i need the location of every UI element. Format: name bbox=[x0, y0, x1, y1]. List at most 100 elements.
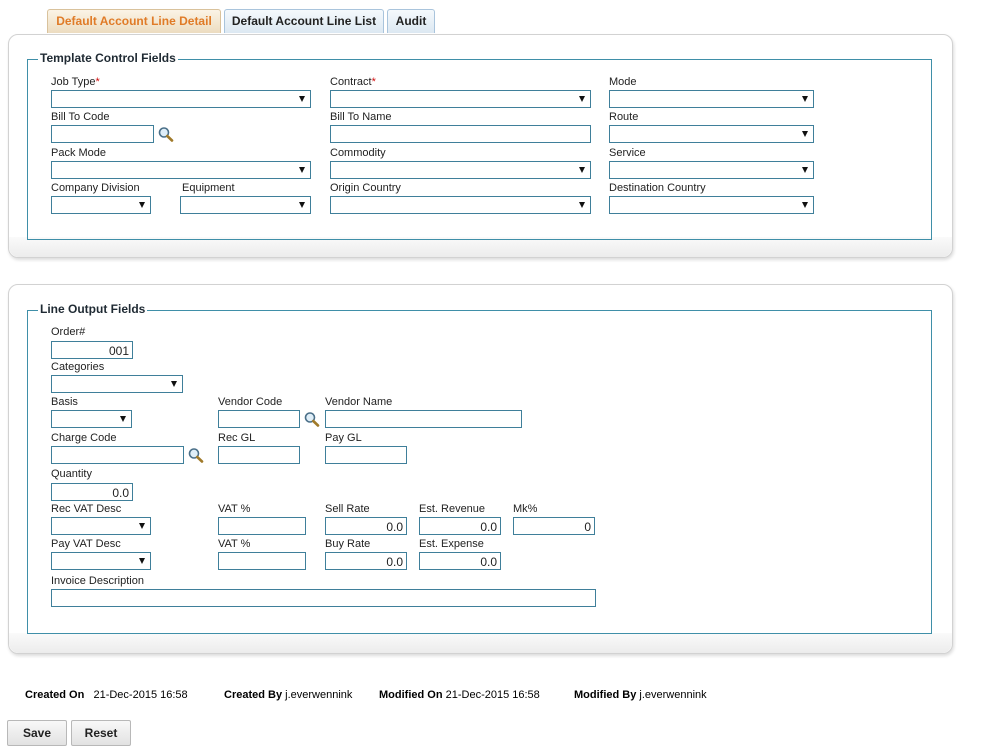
mode-label: Mode bbox=[609, 76, 637, 88]
order-value: 001 bbox=[108, 344, 129, 358]
sell-rate-label: Sell Rate bbox=[325, 503, 370, 515]
est-expense-label: Est. Expense bbox=[419, 538, 484, 550]
tab-default-account-line-list[interactable]: Default Account Line List bbox=[224, 9, 384, 33]
modified-by-label: Modified By bbox=[574, 689, 637, 701]
pay-gl-input[interactable] bbox=[325, 446, 407, 464]
job-type-select[interactable] bbox=[51, 90, 311, 108]
reset-button[interactable]: Reset bbox=[71, 720, 131, 746]
contract-label: Contract* bbox=[330, 76, 376, 88]
line-output-fieldset: Line Output Fields bbox=[27, 302, 932, 634]
template-control-legend: Template Control Fields bbox=[38, 51, 178, 65]
chevron-down-icon bbox=[120, 416, 126, 422]
line-output-legend: Line Output Fields bbox=[38, 302, 148, 316]
invoice-description-input[interactable] bbox=[51, 589, 596, 607]
rec-vat-pct-label: VAT % bbox=[218, 503, 251, 515]
mk-pct-input[interactable]: 0 bbox=[513, 517, 595, 535]
buy-rate-input[interactable]: 0.0 bbox=[325, 552, 407, 570]
chevron-down-icon bbox=[299, 167, 305, 173]
vendor-name-input[interactable] bbox=[325, 410, 522, 428]
route-select[interactable] bbox=[609, 125, 814, 143]
buy-rate-label: Buy Rate bbox=[325, 538, 371, 550]
rec-vat-desc-select[interactable] bbox=[51, 517, 151, 535]
bill-to-name-input[interactable] bbox=[330, 125, 591, 143]
est-expense-value: 0.0 bbox=[480, 555, 497, 569]
pay-vat-desc-select[interactable] bbox=[51, 552, 151, 570]
charge-code-input[interactable] bbox=[51, 446, 184, 464]
modified-by-value: j.everwennink bbox=[639, 689, 707, 701]
mode-select[interactable] bbox=[609, 90, 814, 108]
tab-audit[interactable]: Audit bbox=[387, 9, 435, 33]
sell-rate-input[interactable]: 0.0 bbox=[325, 517, 407, 535]
pack-mode-select[interactable] bbox=[51, 161, 311, 179]
pay-vat-pct-label: VAT % bbox=[218, 538, 251, 550]
basis-label: Basis bbox=[51, 396, 78, 408]
origin-country-label: Origin Country bbox=[330, 182, 401, 194]
quantity-label: Quantity bbox=[51, 468, 92, 480]
categories-select[interactable] bbox=[51, 375, 183, 393]
created-on: Created On 21-Dec-2015 16:58 bbox=[25, 689, 188, 701]
pack-mode-label: Pack Mode bbox=[51, 147, 107, 159]
pay-gl-label: Pay GL bbox=[325, 432, 362, 444]
chevron-down-icon bbox=[579, 96, 585, 102]
panel-footer-band bbox=[9, 633, 952, 653]
order-input[interactable]: 001 bbox=[51, 341, 133, 359]
service-select[interactable] bbox=[609, 161, 814, 179]
order-label: Order# bbox=[51, 326, 86, 338]
bill-to-name-label: Bill To Name bbox=[330, 111, 392, 123]
chevron-down-icon bbox=[802, 131, 808, 137]
categories-label: Categories bbox=[51, 361, 105, 373]
est-revenue-label: Est. Revenue bbox=[419, 503, 486, 515]
commodity-select[interactable] bbox=[330, 161, 591, 179]
chevron-down-icon bbox=[139, 523, 145, 529]
created-on-label: Created On bbox=[25, 689, 85, 701]
job-type-label: Job Type* bbox=[51, 76, 100, 88]
pay-vat-pct-input[interactable] bbox=[218, 552, 306, 570]
chevron-down-icon bbox=[171, 381, 177, 387]
contract-select[interactable] bbox=[330, 90, 591, 108]
pay-vat-desc-label: Pay VAT Desc bbox=[51, 538, 121, 550]
route-label: Route bbox=[609, 111, 639, 123]
chevron-down-icon bbox=[579, 167, 585, 173]
rec-vat-pct-input[interactable] bbox=[218, 517, 306, 535]
required-mark: * bbox=[371, 76, 376, 88]
magnifier-icon[interactable] bbox=[303, 411, 321, 427]
vendor-code-label: Vendor Code bbox=[218, 396, 283, 408]
modified-by: Modified By j.everwennink bbox=[574, 689, 707, 701]
buy-rate-value: 0.0 bbox=[386, 555, 403, 569]
equipment-select[interactable] bbox=[180, 196, 311, 214]
chevron-down-icon bbox=[139, 202, 145, 208]
modified-on-value: 21-Dec-2015 16:58 bbox=[445, 689, 540, 701]
origin-country-select[interactable] bbox=[330, 196, 591, 214]
created-by: Created By j.everwennink bbox=[224, 689, 352, 701]
est-expense-input[interactable]: 0.0 bbox=[419, 552, 501, 570]
charge-code-label: Charge Code bbox=[51, 432, 117, 444]
equipment-label: Equipment bbox=[182, 182, 235, 194]
rec-gl-input[interactable] bbox=[218, 446, 300, 464]
chevron-down-icon bbox=[299, 96, 305, 102]
chevron-down-icon bbox=[299, 202, 305, 208]
est-revenue-value: 0.0 bbox=[480, 520, 497, 534]
rec-vat-desc-label: Rec VAT Desc bbox=[51, 503, 122, 515]
chevron-down-icon bbox=[802, 167, 808, 173]
vendor-name-label: Vendor Name bbox=[325, 396, 393, 408]
basis-select[interactable] bbox=[51, 410, 132, 428]
destination-country-select[interactable] bbox=[609, 196, 814, 214]
mk-pct-value: 0 bbox=[584, 520, 591, 534]
chevron-down-icon bbox=[139, 558, 145, 564]
mk-pct-label: Mk% bbox=[513, 503, 538, 515]
company-division-select[interactable] bbox=[51, 196, 151, 214]
bill-to-code-input[interactable] bbox=[51, 125, 154, 143]
created-on-value: 21-Dec-2015 16:58 bbox=[93, 689, 188, 701]
panel-footer-band bbox=[9, 237, 952, 257]
quantity-value: 0.0 bbox=[112, 486, 129, 500]
magnifier-icon[interactable] bbox=[187, 447, 205, 463]
modified-on-label: Modified On bbox=[379, 689, 443, 701]
created-by-value: j.everwennink bbox=[285, 689, 353, 701]
quantity-input[interactable]: 0.0 bbox=[51, 483, 133, 501]
tab-default-account-line-detail[interactable]: Default Account Line Detail bbox=[47, 9, 221, 33]
magnifier-icon[interactable] bbox=[157, 126, 175, 142]
vendor-code-input[interactable] bbox=[218, 410, 300, 428]
save-button[interactable]: Save bbox=[7, 720, 67, 746]
chevron-down-icon bbox=[802, 96, 808, 102]
est-revenue-input[interactable]: 0.0 bbox=[419, 517, 501, 535]
